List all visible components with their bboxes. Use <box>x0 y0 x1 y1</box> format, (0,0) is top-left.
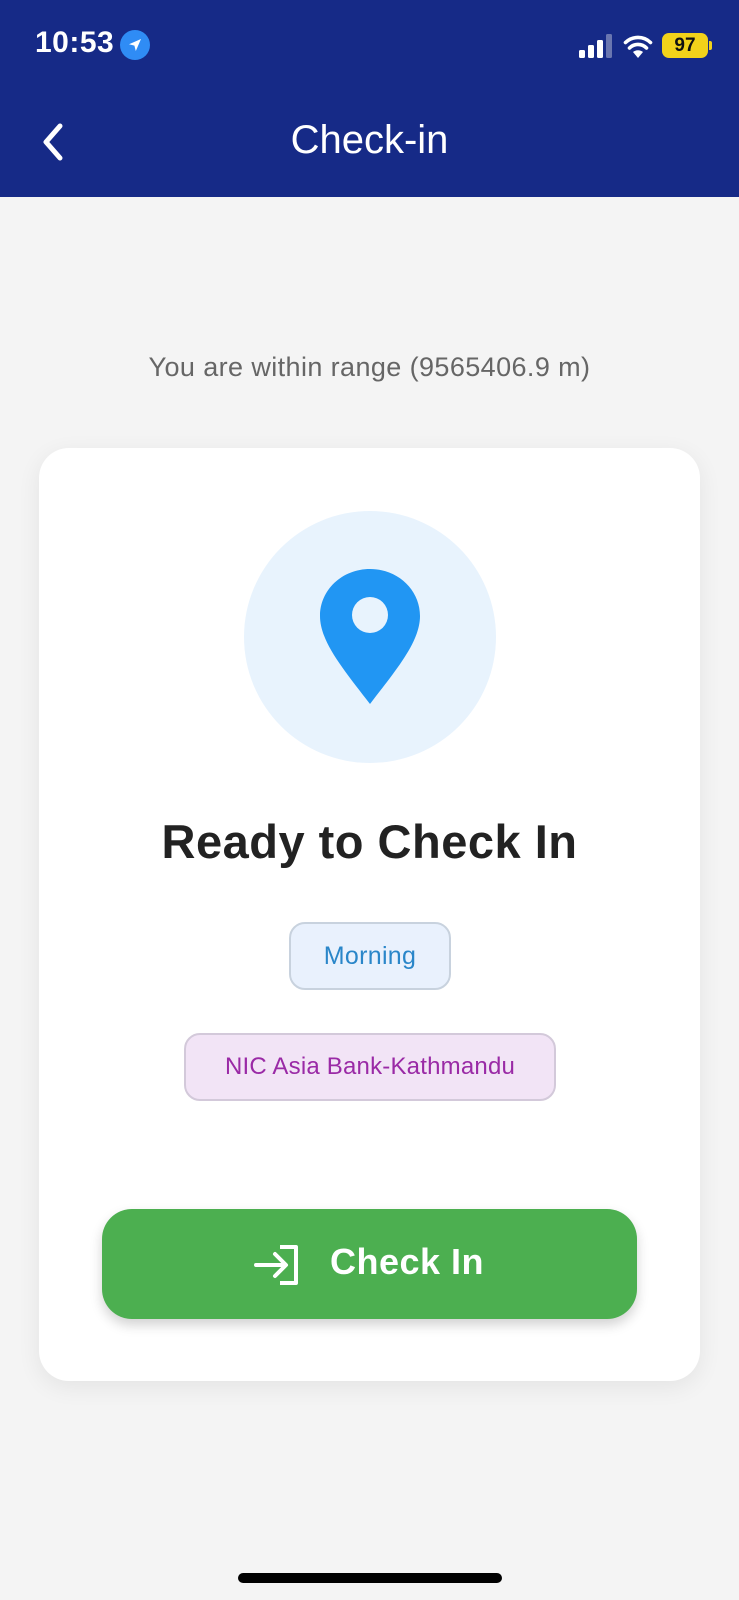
location-arrow-icon <box>120 30 150 60</box>
range-status-text: You are within range (9565406.9 m) <box>148 352 591 382</box>
branch-badge: NIC Asia Bank-Kathmandu <box>184 1033 556 1101</box>
wifi-icon <box>623 35 653 58</box>
login-arrow-icon <box>254 1245 298 1285</box>
map-pin-icon <box>320 569 420 704</box>
check-in-button-label: Check In <box>330 1241 485 1282</box>
page-title: Check-in <box>290 118 449 162</box>
status-time: 10:53 <box>35 26 115 59</box>
ready-title: Ready to Check In <box>161 815 578 868</box>
battery-cap <box>709 41 712 50</box>
battery-indicator: 97 <box>662 33 708 58</box>
app-header: 10:53 97 Check-in <box>0 0 739 197</box>
home-indicator <box>238 1573 502 1583</box>
shift-badge: Morning <box>289 922 451 990</box>
cellular-signal-icon <box>579 34 612 58</box>
check-in-button[interactable]: Check In <box>102 1209 637 1319</box>
